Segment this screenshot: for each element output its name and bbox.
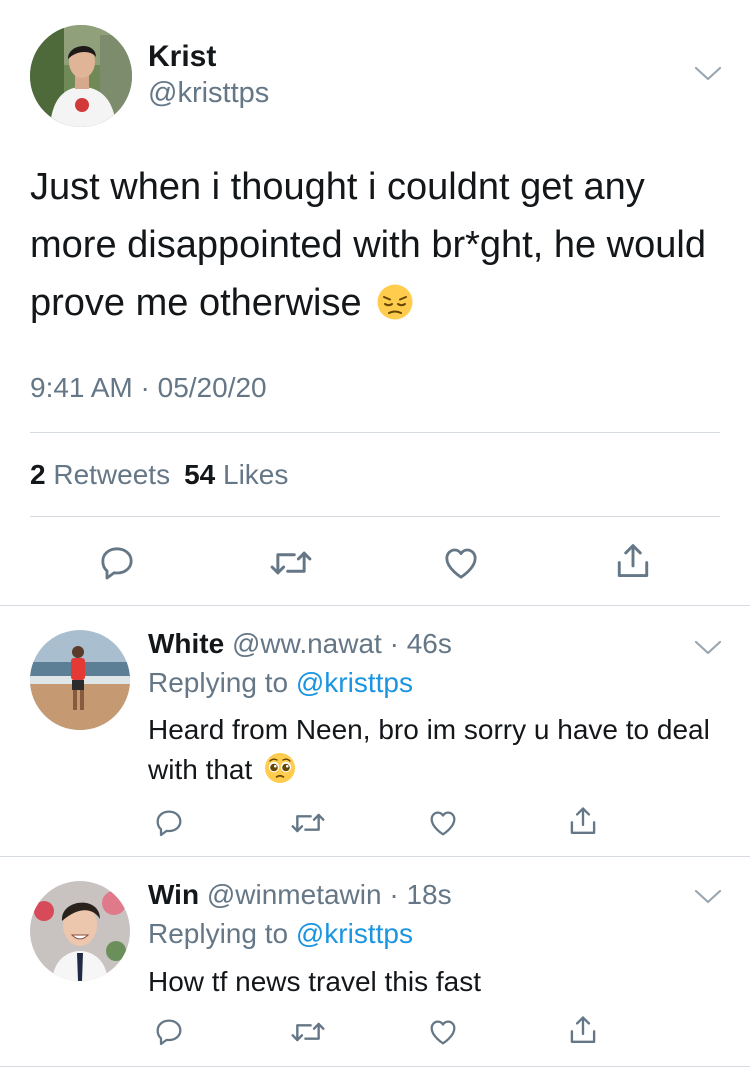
replying-to: Replying to @kristtps xyxy=(148,918,413,950)
like-icon[interactable] xyxy=(424,1013,462,1051)
replying-prefix: Replying to xyxy=(148,918,296,949)
share-icon[interactable] xyxy=(564,802,602,840)
replying-to: Replying to @kristtps xyxy=(148,667,413,699)
like-icon[interactable] xyxy=(438,540,484,586)
reply-tweet: White @ww.nawat · 46s Replying to @krist… xyxy=(0,606,750,857)
retweets-label: Retweets xyxy=(53,459,171,490)
reply-header: White @ww.nawat · 46s xyxy=(148,628,452,660)
reply-author-handle[interactable]: @ww.nawat xyxy=(232,628,382,659)
like-icon[interactable] xyxy=(424,804,462,842)
likes-stat[interactable]: 54 Likes xyxy=(184,459,288,490)
replying-to-link[interactable]: @kristtps xyxy=(296,918,413,949)
retweets-stat[interactable]: 2 Retweets xyxy=(30,459,170,490)
reply-avatar[interactable] xyxy=(30,881,130,981)
retweet-icon[interactable] xyxy=(286,804,330,842)
chevron-down-icon[interactable] xyxy=(694,66,722,82)
main-tweet: Krist @kristtps Just when i thought i co… xyxy=(0,0,750,606)
reply-text: Heard from Neen, bro im sorry u have to … xyxy=(148,710,718,795)
retweet-icon[interactable] xyxy=(286,1013,330,1051)
engagement-stats: 2 Retweets 54 Likes xyxy=(30,459,288,491)
likes-label: Likes xyxy=(223,459,289,490)
chevron-down-icon[interactable] xyxy=(694,889,722,905)
pleading-face-icon xyxy=(264,752,296,795)
reply-separator: · xyxy=(381,628,407,659)
tweet-date: 05/20/20 xyxy=(157,372,267,403)
reply-author-handle[interactable]: @winmetawin xyxy=(207,879,382,910)
replying-prefix: Replying to xyxy=(148,667,296,698)
likes-count: 54 xyxy=(184,459,216,490)
reply-icon[interactable] xyxy=(150,804,188,842)
reply-tweet: Win @winmetawin · 18s Replying to @krist… xyxy=(0,857,750,1069)
reply-avatar[interactable] xyxy=(30,630,130,730)
reply-icon[interactable] xyxy=(150,1013,188,1051)
tweet-time: 9:41 AM xyxy=(30,372,133,403)
reply-separator: · xyxy=(381,879,407,910)
divider xyxy=(30,516,720,517)
pensive-face-icon xyxy=(376,280,414,338)
reply-author-name[interactable]: Win xyxy=(148,879,199,910)
author-avatar[interactable] xyxy=(30,25,132,127)
reply-age: 46s xyxy=(406,628,452,659)
tweet-text: Just when i thought i couldnt get any mo… xyxy=(30,158,720,338)
reply-text: How tf news travel this fast xyxy=(148,966,482,997)
reply-age: 18s xyxy=(406,879,452,910)
timestamp-separator: · xyxy=(132,372,158,403)
chevron-down-icon[interactable] xyxy=(694,640,722,656)
author-handle[interactable]: @kristtps xyxy=(148,77,269,110)
share-icon[interactable] xyxy=(610,538,656,584)
tweet-body: Just when i thought i couldnt get any mo… xyxy=(30,166,706,324)
replying-to-link[interactable]: @kristtps xyxy=(296,667,413,698)
retweets-count: 2 xyxy=(30,459,46,490)
tweet-timestamp: 9:41 AM · 05/20/20 xyxy=(30,372,267,404)
author-name[interactable]: Krist xyxy=(148,40,216,74)
share-icon[interactable] xyxy=(564,1011,602,1049)
reply-icon[interactable] xyxy=(94,540,140,586)
reply-header: Win @winmetawin · 18s xyxy=(148,879,452,911)
reply-body: Heard from Neen, bro im sorry u have to … xyxy=(148,714,710,785)
reply-author-name[interactable]: White xyxy=(148,628,224,659)
divider xyxy=(0,1066,750,1067)
retweet-icon[interactable] xyxy=(264,540,318,586)
divider xyxy=(30,432,720,433)
